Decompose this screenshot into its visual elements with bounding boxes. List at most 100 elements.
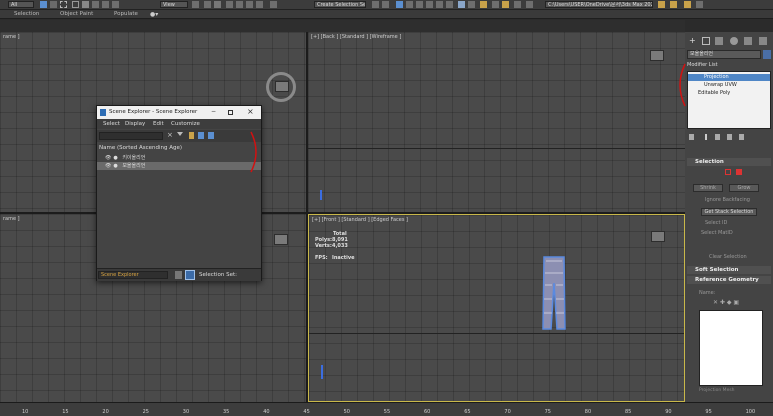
ribbon-tab-selection[interactable]: Selection — [14, 11, 39, 18]
render-in-cloud-icon[interactable] — [492, 1, 499, 8]
explorer-dropdown[interactable]: Scene Explorer — [98, 271, 168, 279]
scene-explorer-window[interactable]: Scene Explorer - Scene Explorer − × Sele… — [96, 105, 262, 281]
maximize-icon[interactable] — [228, 110, 233, 115]
pin-stack-icon[interactable] — [689, 134, 694, 140]
mirror-icon[interactable] — [372, 1, 379, 8]
schematic-view-icon[interactable] — [436, 1, 443, 8]
render-setup-icon[interactable] — [458, 1, 465, 8]
curve-editor-icon[interactable] — [426, 1, 433, 8]
modifier-item-projection[interactable]: Projection — [688, 74, 770, 81]
layer-sort-icon[interactable] — [208, 132, 214, 139]
menu-edit[interactable]: Edit — [153, 120, 164, 128]
viewport-back[interactable]: [+] [Back ] [Standard ] [Wireframe ] — [308, 32, 685, 212]
percent-snap-icon[interactable] — [246, 1, 253, 8]
list-item[interactable]: 👁 ● 키이올리언 — [97, 154, 261, 162]
snaps-toggle-icon[interactable] — [226, 1, 233, 8]
modifier-stack[interactable]: Projection Unwrap UVW Editable Poly — [687, 71, 771, 129]
material-editor-icon[interactable] — [446, 1, 453, 8]
hierarchy-tab-icon[interactable] — [715, 37, 723, 45]
modify-tab-icon[interactable] — [702, 37, 710, 45]
column-header[interactable]: Name (Sorted Ascending Age) — [97, 144, 261, 153]
clear-selection-checkbox[interactable]: Clear Selection — [709, 254, 747, 260]
modifier-item-editable-poly[interactable]: Editable Poly — [688, 90, 770, 97]
grow-button[interactable]: Grow — [729, 184, 759, 192]
vertex-mode-icon[interactable] — [725, 169, 731, 175]
window-crossing-icon[interactable] — [72, 1, 79, 8]
select-manipulate-icon[interactable] — [204, 1, 211, 8]
open-folder-icon[interactable] — [670, 1, 677, 8]
menu-customize[interactable]: Customize — [171, 120, 200, 128]
pivot-point-icon[interactable] — [192, 1, 199, 8]
motion-tab-icon[interactable] — [730, 37, 738, 45]
select-matid-label[interactable]: Select MatID — [701, 230, 733, 236]
visibility-eye-icon[interactable]: 👁 — [105, 163, 111, 169]
layers-icon[interactable] — [175, 271, 182, 279]
object-color-swatch[interactable] — [763, 50, 771, 59]
rollout-reference-geometry[interactable]: Reference Geometry — [687, 276, 771, 284]
make-unique-icon[interactable] — [715, 134, 720, 140]
create-tab-icon[interactable]: + — [689, 37, 697, 45]
viewcube-icon[interactable] — [651, 231, 665, 242]
reference-geometry-list[interactable] — [699, 310, 763, 386]
viewport-label[interactable]: [+] [Back ] [Standard ] [Wireframe ] — [311, 34, 401, 40]
display-tab-icon[interactable] — [744, 37, 752, 45]
viewcube-icon[interactable] — [274, 234, 288, 245]
configure-modifier-sets-icon[interactable] — [739, 134, 744, 140]
modifier-item-unwrap-uvw[interactable]: Unwrap UVW — [688, 82, 770, 89]
open-a360-icon[interactable] — [514, 1, 521, 8]
render-production-icon[interactable] — [480, 1, 487, 8]
modifier-list-label[interactable]: Modifier List — [687, 62, 718, 68]
select-and-scale-icon[interactable] — [102, 1, 109, 8]
toolbar-more-icon[interactable] — [696, 1, 703, 8]
filter-icon[interactable] — [177, 132, 183, 139]
lock-icon[interactable] — [189, 132, 194, 139]
menu-display[interactable]: Display — [125, 120, 145, 128]
toggle-ribbon-icon[interactable] — [416, 1, 423, 8]
minimize-icon[interactable]: − — [211, 108, 216, 115]
workspace-icon[interactable] — [526, 1, 533, 8]
clear-search-icon[interactable]: × — [167, 131, 173, 139]
utilities-tab-icon[interactable] — [759, 37, 767, 45]
select-id-label[interactable]: Select ID — [705, 220, 727, 226]
timeline-ruler[interactable]: 10 15 20 25 30 35 40 45 50 55 60 65 70 75 80 85 90 95 100 — [0, 402, 773, 416]
teapot-icon[interactable] — [502, 1, 509, 8]
rectangle-selection-icon[interactable] — [60, 1, 67, 8]
spinner-snap-icon[interactable] — [256, 1, 263, 8]
rollout-selection[interactable]: Selection — [687, 158, 771, 166]
face-mode-icon[interactable] — [736, 169, 742, 175]
ribbon-tab-object-paint[interactable]: Object Paint — [60, 11, 93, 18]
remove-modifier-icon[interactable] — [727, 134, 732, 140]
viewport-label[interactable]: rame ] — [3, 216, 20, 222]
angle-snap-icon[interactable] — [236, 1, 243, 8]
viewcube-icon[interactable] — [650, 50, 664, 61]
keyboard-shortcut-icon[interactable] — [214, 1, 221, 8]
select-by-name-icon[interactable] — [50, 1, 57, 8]
rendered-frame-window-icon[interactable] — [468, 1, 475, 8]
project-folder-dropdown[interactable]: C:\Users\USER\OneDrive\문서\3ds Max 2022 — [545, 1, 653, 8]
select-object-icon[interactable] — [40, 1, 47, 8]
align-icon[interactable] — [382, 1, 389, 8]
select-and-rotate-icon[interactable] — [92, 1, 99, 8]
save-icon[interactable] — [684, 1, 691, 8]
scene-explorer-titlebar[interactable]: Scene Explorer - Scene Explorer − × — [97, 106, 261, 119]
edit-named-selection-icon[interactable] — [270, 1, 277, 8]
ignore-backfacing-checkbox[interactable]: Ignore Backfacing — [705, 197, 750, 203]
visibility-eye-icon[interactable]: 👁 — [105, 155, 111, 161]
hierarchy-icon[interactable] — [198, 132, 204, 139]
viewport-front[interactable]: [+] [Front ] [Standard ] [Edged Faces ] … — [308, 214, 685, 402]
viewport-label[interactable]: rame ] — [3, 34, 20, 40]
project-folder-icon[interactable] — [658, 1, 665, 8]
named-selection-sets-dropdown[interactable]: Create Selection Se — [314, 1, 366, 8]
pick-add-remove-icons[interactable]: ✕ ✚ ◆ ▣ — [713, 300, 753, 306]
select-and-move-icon[interactable] — [82, 1, 89, 8]
show-end-result-icon[interactable] — [705, 134, 707, 140]
menu-select[interactable]: Select — [103, 120, 120, 128]
viewport-label[interactable]: [+] [Front ] [Standard ] [Edged Faces ] — [312, 217, 408, 223]
ribbon-options-icon[interactable]: ●▾ — [150, 11, 158, 18]
ribbon-tab-populate[interactable]: Populate — [114, 11, 138, 18]
object-name-field[interactable]: 모올올리언 — [687, 50, 761, 59]
reference-coordinate-dropdown[interactable]: View — [160, 1, 188, 8]
shrink-button[interactable]: Shrink — [693, 184, 723, 192]
pants-model[interactable] — [539, 255, 569, 331]
find-input[interactable] — [99, 132, 163, 140]
